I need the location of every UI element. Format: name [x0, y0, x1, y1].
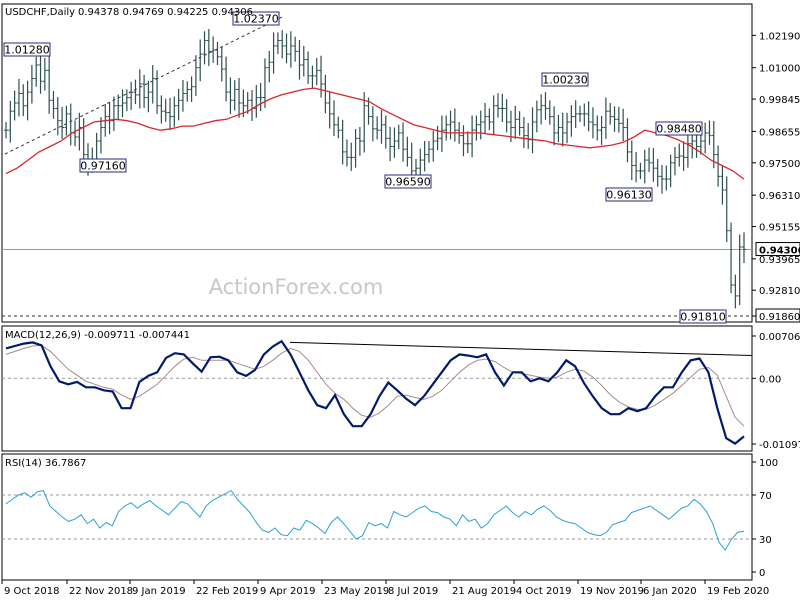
x-tick-label: 8 Jul 2019: [388, 586, 438, 597]
price-y-tick-label: 0.98655: [759, 127, 800, 138]
price-y-tick-label: 0.91860: [759, 312, 800, 323]
price-annotation: 1.01280: [3, 42, 51, 57]
price-annotation-label: 1.01280: [4, 44, 50, 57]
price-annotation-label: 0.91810: [680, 311, 726, 324]
rsi-y-tick-label: 0: [759, 568, 765, 579]
price-annotation-label: 0.96590: [385, 176, 431, 189]
x-tick-label: 4 Oct 2019: [516, 586, 571, 597]
x-tick-label: 19 Feb 2020: [707, 586, 769, 597]
x-tick-label: 22 Nov 2018: [69, 586, 133, 597]
price-annotation-label: 0.98480: [656, 123, 702, 136]
price-annotation-label: 0.97160: [80, 160, 126, 173]
x-tick-label: 9 Oct 2018: [4, 586, 59, 597]
rsi-y-tick-label: 100: [759, 458, 778, 469]
last-price-label: 0.94306: [759, 246, 800, 257]
price-y-tick-label: 0.92810: [759, 286, 800, 297]
price-y-tick-label: 0.97500: [759, 159, 800, 170]
price-y-tick-label: 0.95155: [759, 222, 800, 233]
price-annotation: 0.96130: [605, 187, 653, 202]
x-tick-label: 22 Feb 2019: [196, 586, 258, 597]
chart-svg: ActionForex.com1.012800.971601.023700.96…: [0, 0, 800, 600]
ohlc-header: 0.94378 0.94769 0.94225 0.94306: [78, 7, 253, 18]
x-tick-label: 19 Nov 2019: [580, 586, 644, 597]
price-annotation: 0.98480: [655, 121, 703, 136]
x-tick-label: 9 Apr 2019: [260, 586, 315, 597]
macd-y-tick-label: 0.007066: [759, 332, 800, 343]
price-annotation-label: 0.96130: [606, 189, 652, 202]
x-tick-label: 21 Aug 2019: [452, 586, 516, 597]
macd-y-tick-label: -0.010975: [759, 440, 800, 451]
price-annotation: 0.96590: [384, 174, 432, 189]
x-tick-label: 23 May 2019: [324, 586, 389, 597]
price-y-tick-label: 1.01000: [759, 64, 800, 75]
price-y-tick-label: 1.02190: [759, 31, 800, 42]
price-y-tick-label: 0.99845: [759, 95, 800, 106]
price-y-tick-label: 0.96310: [759, 191, 800, 202]
chart-root: ActionForex.com 1.01280 0.97160 1.02370 0.96…: [0, 0, 800, 600]
price-annotation: 0.97160: [79, 158, 127, 173]
rsi-panel: [1, 453, 753, 581]
x-tick-label: 9 Jan 2019: [132, 586, 186, 597]
rsi-title: RSI(14) 36.7867: [5, 458, 86, 469]
rsi-y-tick-label: 30: [759, 535, 772, 546]
macd-y-tick-label: 0.00: [759, 374, 781, 385]
watermark: ActionForex.com: [209, 275, 384, 299]
price-annotation-label: 1.00230: [542, 74, 588, 87]
price-annotation: 0.91810: [679, 309, 727, 324]
rsi-y-tick-label: 70: [759, 491, 772, 502]
price-annotation: 1.00230: [541, 72, 589, 87]
macd-title: MACD(12,26,9) -0.009711 -0.007441: [5, 330, 190, 341]
price-title: USDCHF,Daily: [5, 7, 75, 18]
x-tick-label: 6 Jan 2020: [643, 586, 697, 597]
